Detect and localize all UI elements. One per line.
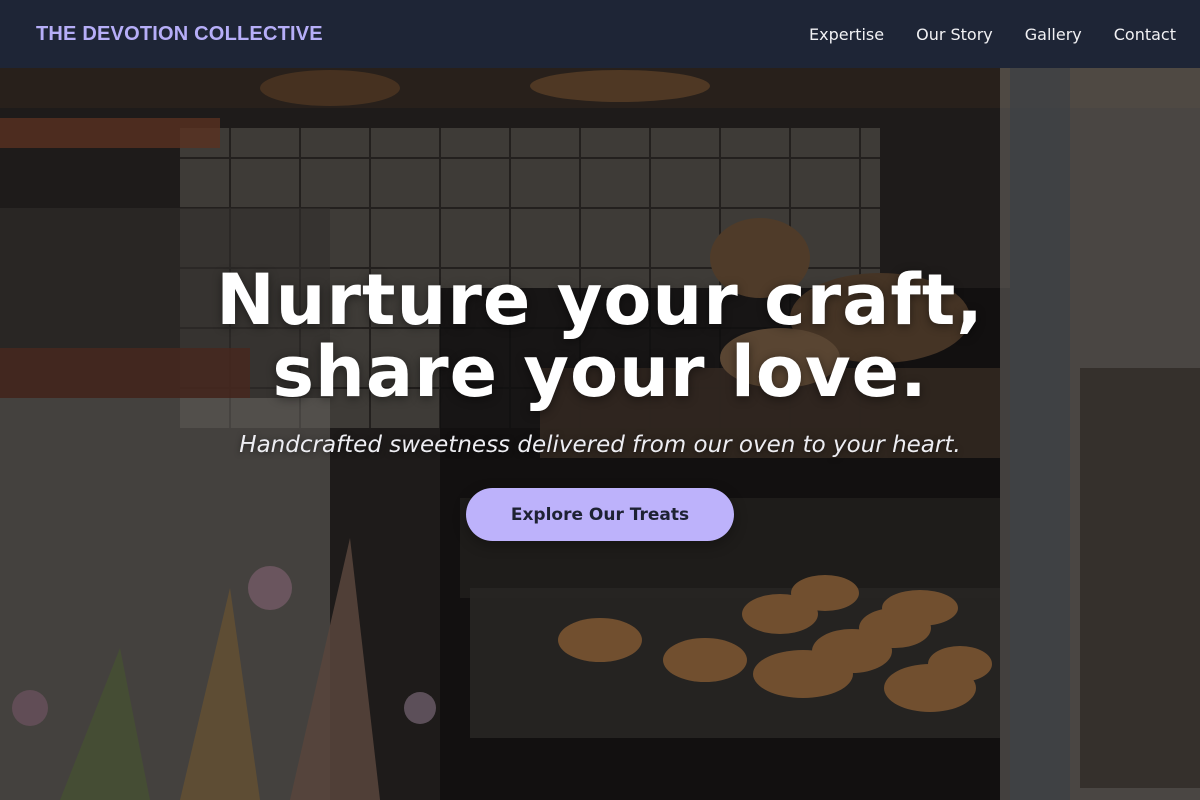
nav-link-our-story[interactable]: Our Story [900, 19, 1009, 50]
nav-link-gallery[interactable]: Gallery [1009, 19, 1098, 50]
main-nav: Expertise Our Story Gallery Contact [793, 19, 1176, 50]
site-header: THE DEVOTION COLLECTIVE Expertise Our St… [0, 0, 1200, 68]
hero-title-line-1: Nurture your craft, [216, 259, 984, 341]
brand-logo[interactable]: THE DEVOTION COLLECTIVE [36, 23, 323, 46]
explore-treats-button[interactable]: Explore Our Treats [466, 488, 734, 541]
hero-title: Nurture your craft, share your love. [216, 264, 984, 408]
hero-content: Nurture your craft, share your love. Han… [0, 68, 1200, 800]
nav-link-contact[interactable]: Contact [1098, 19, 1176, 50]
hero-subtitle: Handcrafted sweetness delivered from our… [239, 432, 961, 458]
hero-section: Nurture your craft, share your love. Han… [0, 68, 1200, 800]
nav-link-expertise[interactable]: Expertise [793, 19, 900, 50]
hero-title-line-2: share your love. [272, 331, 928, 413]
